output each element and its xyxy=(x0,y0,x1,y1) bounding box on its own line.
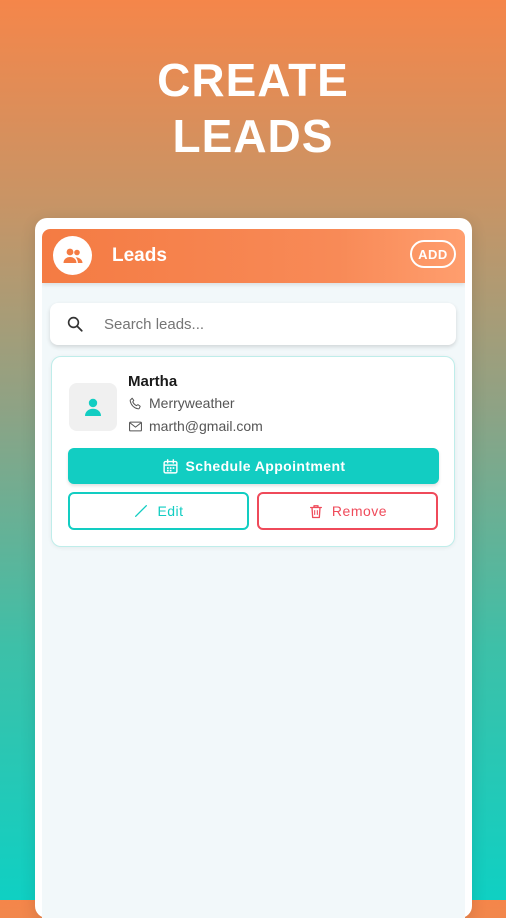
pencil-icon xyxy=(135,505,148,517)
lead-avatar xyxy=(69,383,117,431)
lead-name: Martha xyxy=(128,373,178,390)
group-avatar[interactable] xyxy=(53,236,92,275)
promo-headline: CREATE LEADS xyxy=(0,52,506,164)
lead-email-row: marth@gmail.com xyxy=(128,418,263,434)
mail-icon xyxy=(129,421,142,431)
headline-line-2: LEADS xyxy=(172,110,334,162)
schedule-appointment-label: Schedule Appointment xyxy=(185,458,346,474)
lead-card[interactable]: Martha Merryweather marth@gmail.com Sche… xyxy=(51,356,455,547)
edit-button[interactable]: Edit xyxy=(68,492,249,530)
search-icon xyxy=(67,316,83,332)
headline-line-1: CREATE xyxy=(157,54,349,106)
app-title: Leads xyxy=(112,245,167,266)
person-icon xyxy=(85,398,101,416)
trash-icon xyxy=(309,504,322,518)
search-bar[interactable] xyxy=(50,303,456,345)
app-bar: Leads ADD xyxy=(42,229,465,283)
edit-label: Edit xyxy=(157,503,184,519)
phone-icon xyxy=(129,397,141,409)
remove-button[interactable]: Remove xyxy=(257,492,438,530)
search-input[interactable] xyxy=(102,314,426,334)
phone-frame: Leads ADD Martha Merryweathe xyxy=(35,218,472,918)
lead-phone-row: Merryweather xyxy=(128,395,235,411)
group-icon xyxy=(63,248,82,263)
app-screen: Leads ADD Martha Merryweathe xyxy=(42,229,465,918)
calendar-icon xyxy=(162,458,178,474)
schedule-appointment-button[interactable]: Schedule Appointment xyxy=(68,448,439,484)
add-lead-button[interactable]: ADD xyxy=(410,240,456,268)
remove-label: Remove xyxy=(331,503,388,519)
lead-email: marth@gmail.com xyxy=(149,418,263,434)
lead-phone: Merryweather xyxy=(149,395,235,411)
